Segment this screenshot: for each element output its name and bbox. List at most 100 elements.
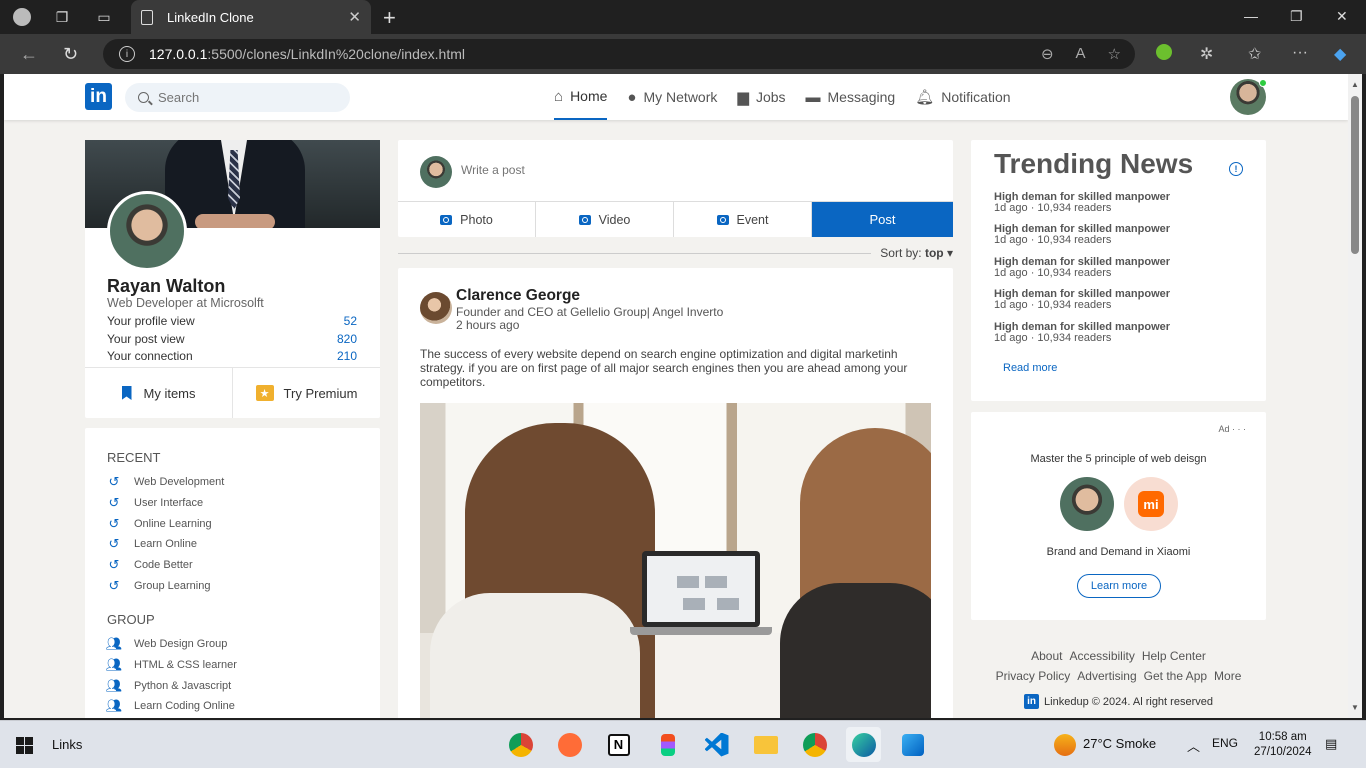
footer-link-help-center[interactable]: Help Center: [1142, 649, 1206, 663]
file-explorer-icon[interactable]: [748, 727, 783, 762]
write-post-input[interactable]: [461, 163, 861, 177]
language-indicator[interactable]: ENG: [1212, 736, 1238, 750]
group-item[interactable]: 👥︎ Learn Coding Online: [106, 696, 237, 717]
more-menu-icon[interactable]: ···: [1292, 44, 1308, 62]
profile-stat[interactable]: Your connection 210: [107, 349, 357, 363]
scroll-down-icon[interactable]: ▼: [1351, 703, 1359, 712]
footer-link-accessibility[interactable]: Accessibility: [1069, 649, 1134, 663]
photos-icon[interactable]: [895, 727, 930, 762]
postman-icon[interactable]: [552, 727, 587, 762]
windows-start-icon[interactable]: [16, 737, 33, 754]
edge-icon[interactable]: [846, 727, 881, 762]
divider: [398, 253, 871, 254]
favorites-icon[interactable]: ✩: [1248, 44, 1261, 64]
links-toolbar[interactable]: Links: [52, 737, 82, 752]
post-author-name[interactable]: Clarence George: [456, 287, 580, 305]
recent-item[interactable]: ↺ Code Better: [107, 555, 224, 576]
new-tab-icon[interactable]: +: [383, 5, 396, 31]
figma-icon[interactable]: [650, 727, 685, 762]
footer-link-more[interactable]: More: [1214, 669, 1241, 683]
learn-more-button[interactable]: Learn more: [1077, 574, 1161, 598]
stat-label: Your post view: [107, 332, 185, 346]
nav-notification[interactable]: 🔔︎ Notification: [915, 74, 1010, 120]
group-item[interactable]: 👥︎ HTML & CSS learner: [106, 655, 237, 676]
post-author-avatar[interactable]: [420, 292, 452, 324]
ad-label[interactable]: Ad · · ·: [1218, 424, 1246, 434]
search-box[interactable]: [125, 83, 350, 112]
scrollbar-thumb[interactable]: [1351, 96, 1359, 254]
recent-item[interactable]: ↺ Web Development: [107, 472, 225, 493]
footer-link-get-app[interactable]: Get the App: [1144, 669, 1207, 683]
refresh-icon[interactable]: ↻: [63, 44, 78, 65]
news-item[interactable]: High deman for skilled manpower 1d ago · …: [994, 256, 1170, 279]
close-tab-icon[interactable]: ✕: [348, 8, 361, 26]
tab-actions-icon[interactable]: ▭: [94, 7, 114, 27]
profile-stat[interactable]: Your profile view 52: [107, 314, 357, 328]
footer-link-about[interactable]: About: [1031, 649, 1062, 663]
zoom-icon[interactable]: ⊖: [1041, 45, 1054, 63]
nav-my-network[interactable]: ● My Network: [627, 74, 717, 120]
site-info-icon[interactable]: i: [119, 46, 135, 62]
url-field[interactable]: i 127.0.0.1:5500/clones/LinkdIn%20clone/…: [103, 39, 1135, 69]
news-item[interactable]: High deman for skilled manpower 1d ago · …: [994, 191, 1170, 214]
post-image[interactable]: [420, 403, 931, 718]
browser-tab[interactable]: LinkedIn Clone ✕: [131, 0, 371, 34]
news-item[interactable]: High deman for skilled manpower 1d ago · …: [994, 321, 1170, 344]
copilot-icon[interactable]: ◆: [1334, 44, 1346, 64]
read-more-link[interactable]: Read more: [1003, 362, 1057, 374]
sort-dropdown[interactable]: Sort by: top ▾: [880, 246, 953, 260]
recent-item[interactable]: ↺ Online Learning: [107, 513, 224, 534]
news-item[interactable]: High deman for skilled manpower 1d ago · …: [994, 288, 1170, 311]
chevron-up-icon[interactable]: ︿: [1187, 736, 1200, 755]
stat-label: Your profile view: [107, 314, 195, 328]
favorite-star-icon[interactable]: ☆: [1108, 45, 1121, 63]
restore-icon[interactable]: ❐: [1290, 8, 1303, 25]
info-icon[interactable]: !: [1229, 162, 1243, 176]
nav-jobs[interactable]: ▆ Jobs: [737, 74, 785, 120]
group-item[interactable]: 👥︎ Web Design Group: [106, 634, 237, 655]
news-meta: 1d ago · 10,934 readers: [994, 267, 1112, 279]
post-button[interactable]: Post: [812, 202, 953, 237]
profile-name[interactable]: Rayan Walton: [107, 276, 225, 297]
back-icon[interactable]: ←: [20, 44, 38, 65]
chrome-icon[interactable]: [503, 727, 538, 762]
profile-stat[interactable]: Your post view 820: [107, 332, 357, 346]
footer-link-privacy[interactable]: Privacy Policy: [996, 669, 1071, 683]
page-scrollbar[interactable]: ▲ ▼: [1348, 74, 1362, 718]
footer-link-advertising[interactable]: Advertising: [1077, 669, 1136, 683]
minimize-icon[interactable]: —: [1244, 8, 1258, 24]
chrome-profile-icon[interactable]: [797, 727, 832, 762]
linkedin-logo[interactable]: in: [85, 83, 112, 110]
profile-avatar[interactable]: [107, 191, 187, 271]
group-item[interactable]: 👥︎ Python & Javascript: [106, 675, 237, 696]
nav-home[interactable]: ⌂ Home: [554, 74, 608, 120]
extensions-icon[interactable]: ✲: [1200, 44, 1213, 64]
notification-center-icon[interactable]: ▤: [1325, 736, 1337, 752]
stat-value: 820: [336, 332, 357, 346]
user-avatar[interactable]: [1230, 79, 1267, 115]
recent-item[interactable]: ↺ Group Learning: [107, 575, 224, 596]
stat-label: Your connection: [107, 349, 193, 363]
notion-icon[interactable]: N: [601, 727, 636, 762]
search-input[interactable]: [158, 90, 338, 105]
history-icon: ↺: [108, 557, 120, 573]
try-premium-button[interactable]: ★ Try Premium: [232, 368, 380, 418]
weather-icon[interactable]: [1054, 734, 1076, 756]
vscode-icon[interactable]: [699, 727, 734, 762]
weather-text[interactable]: 27°C Smoke: [1083, 736, 1156, 751]
event-button[interactable]: Event: [674, 202, 812, 237]
recent-item[interactable]: ↺ User Interface: [107, 493, 224, 514]
scroll-up-icon[interactable]: ▲: [1351, 80, 1359, 89]
extension-dot-icon[interactable]: [1156, 44, 1172, 60]
read-aloud-icon[interactable]: A: [1076, 45, 1086, 63]
profile-icon[interactable]: [12, 7, 32, 27]
close-window-icon[interactable]: ✕: [1336, 8, 1348, 25]
video-button[interactable]: Video: [536, 202, 674, 237]
recent-item[interactable]: ↺ Learn Online: [107, 534, 224, 555]
nav-messaging[interactable]: ▬ Messaging: [806, 74, 896, 120]
my-items-button[interactable]: My items: [85, 368, 232, 418]
system-clock[interactable]: 10:58 am 27/10/2024: [1254, 730, 1312, 760]
workspaces-icon[interactable]: ❐: [52, 7, 72, 27]
news-item[interactable]: High deman for skilled manpower 1d ago · …: [994, 223, 1170, 246]
photo-button[interactable]: Photo: [398, 202, 536, 237]
